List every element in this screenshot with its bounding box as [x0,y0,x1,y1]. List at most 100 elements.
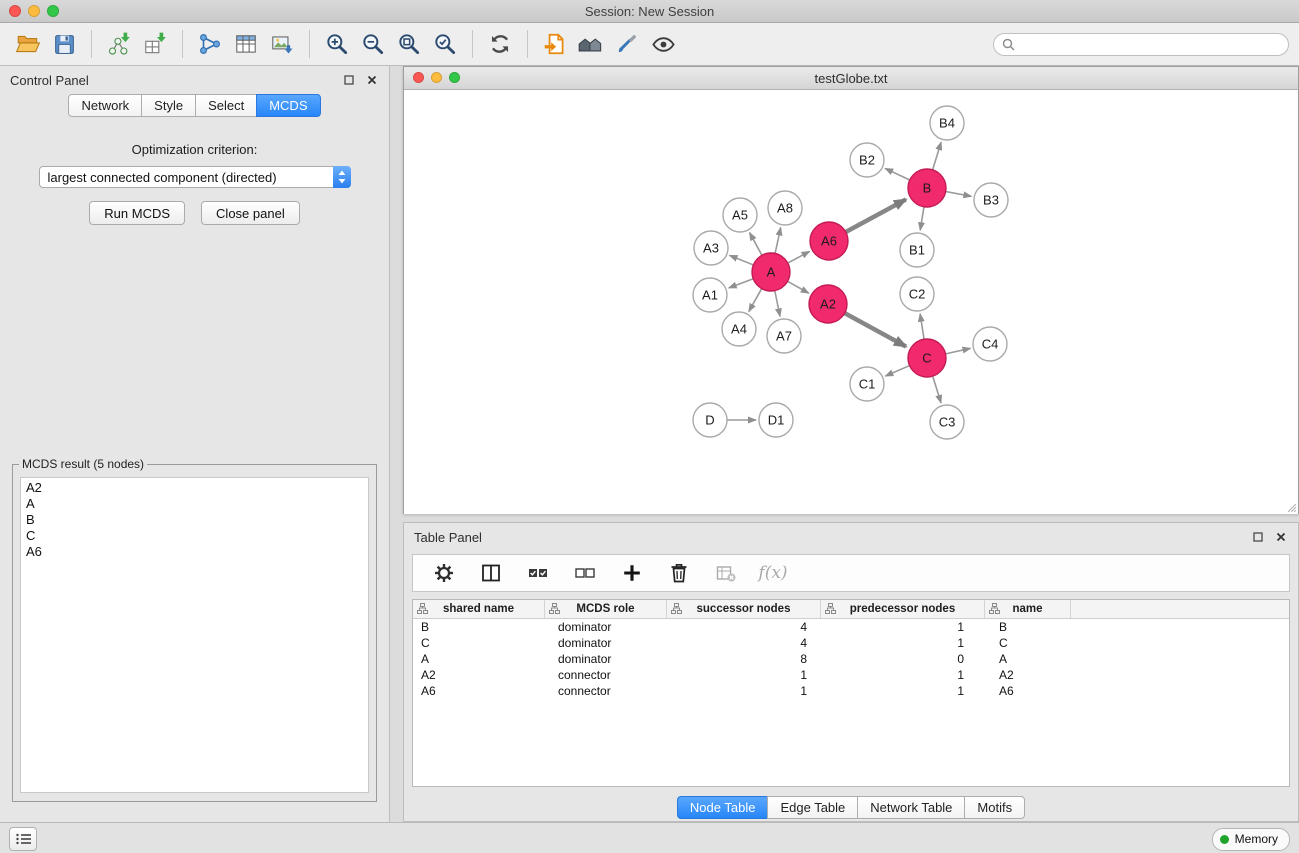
home-icon [576,31,606,57]
fx-icon: f(x) [758,563,787,583]
table-cell: connector [545,668,667,682]
table-cell: A2 [413,668,545,682]
close-table-panel-button[interactable] [1274,530,1288,544]
main-area: Control Panel NetworkStyleSelectMCDS Opt… [0,66,1299,822]
table-cell: C [985,636,1071,650]
zoom-selected-button[interactable] [427,28,463,60]
column-header-MCDS-role[interactable]: MCDS role [545,600,667,618]
column-header-label: predecessor nodes [850,603,955,615]
tab-motifs[interactable]: Motifs [964,796,1025,819]
tab-select[interactable]: Select [195,94,257,117]
column-header-label: MCDS role [576,603,634,615]
tab-edge-table[interactable]: Edge Table [767,796,858,819]
tab-network[interactable]: Network [68,94,142,117]
export-image-button[interactable] [264,28,300,60]
table-cell: C [413,636,545,650]
node-label-B1: B1 [909,243,925,258]
tab-network-table[interactable]: Network Table [857,796,965,819]
folder-open-icon [15,31,41,57]
show-column-button[interactable] [478,560,504,586]
resize-grip-icon[interactable] [1285,501,1297,513]
import-table-file-button[interactable] [137,28,173,60]
table-cell: A [413,652,545,666]
column-header-predecessor-nodes[interactable]: predecessor nodes [821,600,985,618]
column-header-shared-name[interactable]: shared name [413,600,545,618]
deselect-all-button[interactable] [572,560,598,586]
node-label-A1: A1 [702,288,718,303]
optimization-criterion-dropdown[interactable]: largest connected component (directed) [39,166,351,188]
close-panel-button-secondary[interactable]: Close panel [201,201,300,225]
gear-icon [432,561,456,585]
node-label-A2: A2 [820,297,836,312]
add-column-button[interactable] [619,560,645,586]
close-window-button[interactable] [9,5,21,17]
toolbar-separator [182,30,183,58]
memory-button[interactable]: Memory [1212,828,1290,851]
tab-node-table[interactable]: Node Table [677,796,769,819]
select-all-icon [526,561,550,585]
open-session-button[interactable] [10,28,46,60]
zoom-in-button[interactable] [319,28,355,60]
table-row[interactable]: Cdominator41C [413,635,1289,651]
mcds-result-item[interactable]: A2 [26,480,363,496]
new-table-button[interactable] [228,28,264,60]
chevron-up-down-icon [337,169,347,185]
network-canvas[interactable]: B4B2BB3A5A8A6B1A3AC2A1A2A4A7C4CC1C3DD1 [404,90,1298,514]
table-row[interactable]: Bdominator41B [413,619,1289,635]
function-builder-button[interactable]: f(x) [760,560,786,586]
float-table-panel-button[interactable] [1251,530,1265,544]
search-field[interactable] [993,33,1289,56]
column-header-name[interactable]: name [985,600,1071,618]
close-icon [1276,532,1286,542]
zoom-network-button[interactable] [449,72,460,83]
save-session-button[interactable] [46,28,82,60]
delete-table-button[interactable] [713,560,739,586]
list-icon [16,833,31,845]
mcds-result-item[interactable]: A [26,496,363,512]
close-panel-button[interactable] [365,73,379,87]
window-title: Session: New Session [585,4,714,19]
mcds-result-item[interactable]: A6 [26,544,363,560]
home-button[interactable] [573,28,609,60]
mcds-result-list[interactable]: A2ABCA6 [20,477,369,793]
close-icon [367,75,377,85]
task-history-button[interactable] [9,827,37,851]
show-hide-panel-button[interactable] [645,28,681,60]
select-all-button[interactable] [525,560,551,586]
delete-table-icon [714,561,738,585]
apply-style-button[interactable] [609,28,645,60]
delete-column-button[interactable] [666,560,692,586]
open-document-button[interactable] [537,28,573,60]
table-settings-button[interactable] [431,560,457,586]
table-cell: 1 [821,636,985,650]
table-row[interactable]: A6connector11A6 [413,683,1289,699]
minimize-network-button[interactable] [431,72,442,83]
edit-column-icon [417,603,428,614]
minimize-window-button[interactable] [28,5,40,17]
edge-B-B1 [920,207,924,230]
mcds-result-item[interactable]: C [26,528,363,544]
zoom-window-button[interactable] [47,5,59,17]
import-network-button[interactable] [192,28,228,60]
tab-mcds[interactable]: MCDS [256,94,320,117]
import-network-file-button[interactable] [101,28,137,60]
zoom-out-button[interactable] [355,28,391,60]
mcds-result-item[interactable]: B [26,512,363,528]
column-header-successor-nodes[interactable]: successor nodes [667,600,821,618]
zoom-fit-button[interactable] [391,28,427,60]
close-network-button[interactable] [413,72,424,83]
edge-A6-B [846,199,906,232]
refresh-button[interactable] [482,28,518,60]
search-input[interactable] [1020,36,1280,52]
main-toolbar [0,23,1299,66]
network-graph: B4B2BB3A5A8A6B1A3AC2A1A2A4A7C4CC1C3DD1 [404,90,1298,514]
table-row[interactable]: A2connector11A2 [413,667,1289,683]
float-panel-button[interactable] [342,73,356,87]
table-cell: dominator [545,620,667,634]
tab-style[interactable]: Style [141,94,196,117]
memory-status-icon [1220,835,1229,844]
network-window-title: testGlobe.txt [815,71,888,86]
edge-A-A4 [749,289,762,312]
table-row[interactable]: Adominator80A [413,651,1289,667]
run-mcds-button[interactable]: Run MCDS [89,201,185,225]
